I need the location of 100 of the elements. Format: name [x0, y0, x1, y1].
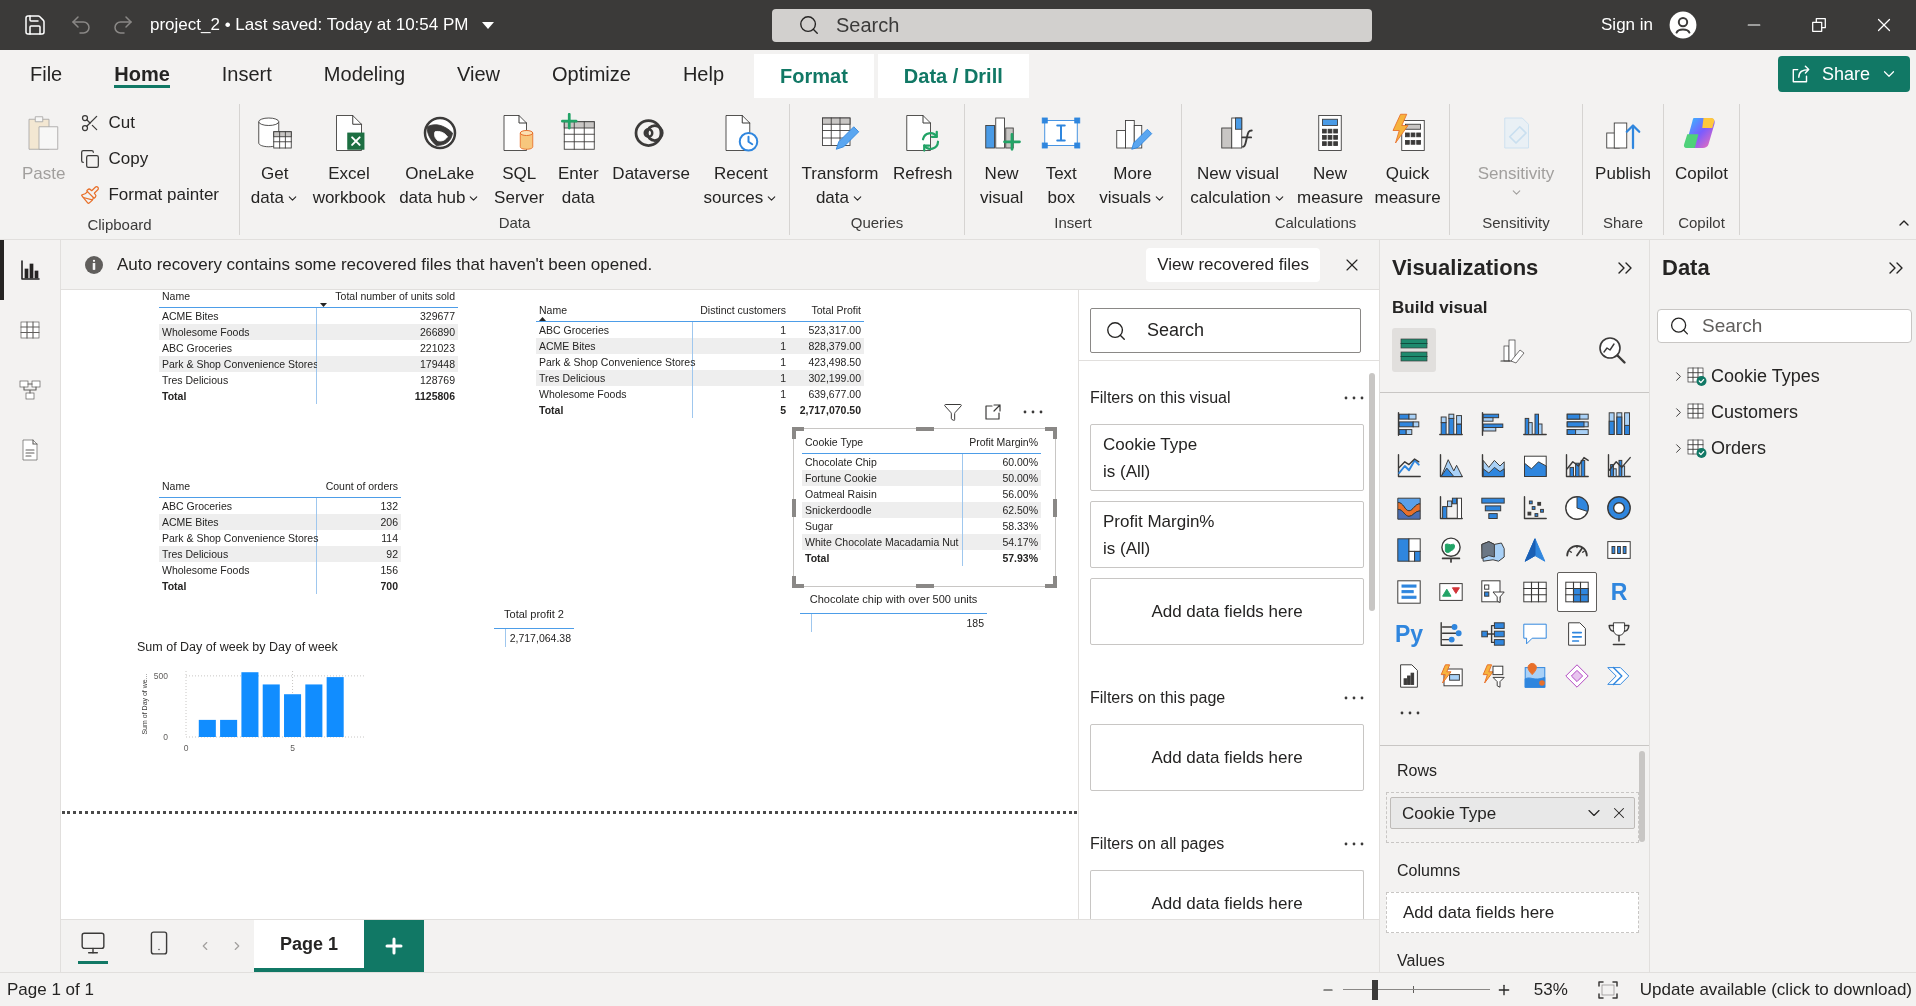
drop-zone[interactable]: Add data fields here: [1090, 578, 1364, 645]
ribbon-button[interactable]: Excel workbook: [309, 104, 389, 210]
resize-handle[interactable]: [1053, 498, 1057, 517]
filter-icon[interactable]: [943, 402, 963, 422]
field-pill[interactable]: Cookie Type: [1390, 797, 1635, 829]
table-cell: 1: [693, 338, 789, 354]
column-header[interactable]: Profit Margin%: [966, 436, 1038, 448]
section-title: Filters on all pages: [1090, 835, 1225, 853]
document-title: project_2 • Last saved: Today at 10:54 PM: [150, 15, 469, 35]
page-tab[interactable]: Page 1: [254, 920, 364, 972]
view-recovered-files-button[interactable]: View recovered files: [1146, 247, 1320, 282]
ribbon-button[interactable]: New measure: [1294, 104, 1367, 210]
resize-handle[interactable]: [1045, 576, 1057, 588]
column-header[interactable]: Name: [539, 304, 690, 316]
filter-card[interactable]: Profit Margin% is (All): [1090, 501, 1364, 568]
search-field[interactable]: Search: [1090, 308, 1361, 353]
table-cell: 62.50%: [963, 502, 1041, 518]
ribbon-button[interactable]: Dataverse: [609, 104, 693, 186]
ribbon-tab[interactable]: Home: [88, 50, 196, 98]
axis-tick-label: 0: [183, 743, 189, 753]
column-header[interactable]: Name: [162, 480, 314, 492]
drop-zone[interactable]: Add data fields here: [1090, 724, 1364, 791]
ribbon-tab[interactable]: Data / Drill: [877, 54, 1029, 98]
filter-card[interactable]: Cookie Type is (All): [1090, 424, 1364, 491]
column-header[interactable]: Total Profit: [792, 304, 861, 316]
selected-visual-frame[interactable]: Cookie Type Profit Margin% Chocolate Chip 60.00% Fortune Cookie 50.00% Oatmeal Raisin 56.00% Snickerdoodle 62.50% Sugar 58.33% White Chocolate Macadamia Nut 54.17% Total 57.93%: [793, 428, 1056, 587]
field-list-item[interactable]: Customers: [1650, 394, 1916, 430]
column-header[interactable]: Name: [162, 290, 314, 302]
ribbon-button[interactable]: OneLake data hub: [396, 104, 484, 210]
ribbon-button[interactable]: New visual: [976, 104, 1027, 210]
notification-message: Auto recovery contains some recovered files that haven't been opened.: [117, 254, 653, 275]
ribbon-tab[interactable]: Format: [754, 54, 874, 98]
ribbon-group-label: Share: [1602, 213, 1644, 233]
column-header[interactable]: Distinct customers: [696, 304, 786, 316]
ribbon-button[interactable]: New visual calculation: [1187, 104, 1289, 210]
ribbon-button[interactable]: Text box: [1038, 104, 1085, 210]
section-title: Filters on this visual: [1090, 389, 1231, 407]
slider-thumb[interactable]: [1372, 979, 1379, 1000]
ribbon-button[interactable]: Recent sources: [700, 104, 782, 210]
add-page-button[interactable]: [364, 920, 424, 972]
ribbon-button[interactable]: Transform data: [798, 104, 882, 210]
table-cell-text: 1: [779, 355, 787, 370]
ribbon-tab[interactable]: Modeling: [297, 50, 431, 98]
resize-handle[interactable]: [915, 427, 934, 431]
search-field[interactable]: Search: [1657, 309, 1912, 343]
more-icon[interactable]: [1399, 711, 1421, 715]
column-header[interactable]: Cookie Type: [805, 436, 960, 448]
table-cell-text: 639,677.00: [807, 387, 862, 402]
scrollbar[interactable]: [1639, 751, 1645, 842]
ribbon-button[interactable]: Copy: [80, 141, 220, 177]
ribbon-tab[interactable]: File: [4, 50, 89, 98]
share-button[interactable]: Share: [1777, 56, 1910, 92]
fields-icon[interactable]: [1392, 328, 1436, 372]
restore-icon[interactable]: [1809, 16, 1828, 34]
sign-in-button[interactable]: Sign in: [1601, 15, 1653, 35]
more-options-icon[interactable]: [1344, 842, 1364, 846]
ribbon-button[interactable]: Quick measure: [1371, 104, 1444, 210]
ribbon-button[interactable]: Cut: [80, 105, 220, 141]
matrix-icon[interactable]: [1557, 572, 1597, 612]
ribbon-button[interactable]: Get data: [247, 104, 302, 210]
ribbon-tab[interactable]: Help: [656, 50, 751, 98]
column-header[interactable]: Count of orders: [320, 480, 398, 492]
page-count: Page 1 of 1: [7, 979, 94, 1000]
table-cell: Total: [802, 550, 963, 566]
resize-handle[interactable]: [792, 576, 804, 588]
field-list-item[interactable]: Cookie Types: [1650, 358, 1916, 394]
ribbon-button[interactable]: SQL Server: [491, 104, 548, 210]
filter-condition: is (All): [1103, 461, 1152, 483]
more-options-icon[interactable]: [1023, 410, 1043, 414]
focus-mode-icon[interactable]: [983, 402, 1003, 422]
column-header[interactable]: Total number of units sold: [320, 290, 455, 302]
chart-bar: [262, 684, 280, 737]
more-options-icon[interactable]: [1344, 696, 1364, 700]
ribbon-button[interactable]: Enter data: [554, 104, 602, 210]
well-label: Rows: [1397, 761, 1438, 781]
ribbon-tab[interactable]: Insert: [195, 50, 298, 98]
drop-zone[interactable]: Add data fields here: [1386, 892, 1639, 933]
resize-handle[interactable]: [792, 427, 804, 439]
resize-handle[interactable]: [915, 584, 934, 588]
search-field[interactable]: Search: [772, 8, 1372, 42]
ribbon-button[interactable]: More visuals: [1096, 104, 1170, 210]
scrollbar[interactable]: [1369, 373, 1375, 611]
table-cell: 302,199.00: [789, 370, 864, 386]
field-list-item[interactable]: Orders: [1650, 430, 1916, 466]
ribbon-button[interactable]: Refresh: [889, 104, 956, 186]
ribbon-button[interactable]: Copilot: [1672, 104, 1731, 186]
resize-handle[interactable]: [792, 498, 796, 517]
more-options-icon[interactable]: [1344, 396, 1364, 400]
ribbon-tab[interactable]: Optimize: [526, 50, 657, 98]
ribbon-button[interactable]: Publish: [1592, 104, 1654, 186]
ribbon-group-label: Copilot: [1677, 213, 1726, 233]
resize-handle[interactable]: [1045, 427, 1057, 439]
save-icon[interactable]: [23, 13, 47, 37]
caret-down-icon[interactable]: [482, 21, 495, 29]
ribbon-tab[interactable]: View: [431, 50, 526, 98]
ribbon-group-label: Insert: [1053, 213, 1093, 233]
ribbon-button[interactable]: Format painter: [80, 177, 220, 213]
update-available-link[interactable]: Update available (click to download): [1639, 979, 1912, 1000]
avatar-icon[interactable]: [1669, 11, 1697, 39]
table-cell: ACME Bites: [536, 338, 693, 354]
